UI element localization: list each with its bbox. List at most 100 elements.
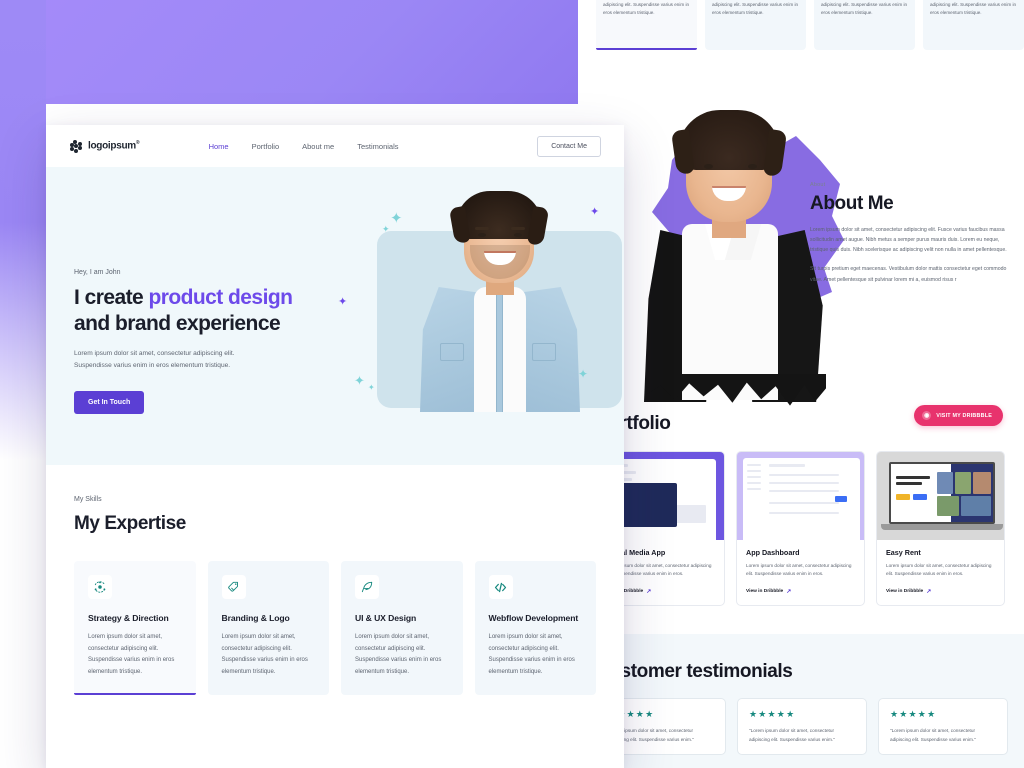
hero-subtitle: Lorem ipsum dolor sit amet, consectetur … [74,348,324,372]
hero-visual: ✦ ✦ ✦ ✦ ✦ ✦ ✦ ✦ [338,167,622,465]
hero-text-block: Hey, I am John I create product design a… [74,269,324,414]
about-paragraph-1: Lorem ipsum dolor sit amet, consectetur … [810,227,1007,254]
expertise-card-title: UI & UX Design [355,613,417,623]
feather-pen-icon [355,575,379,599]
star-rating-icon: ★★★★★ [749,709,796,719]
visit-dribbble-button[interactable]: ◉ VISIT MY DRIBBBLE [914,405,1003,426]
expertise-kicker: My Skills [74,496,102,503]
portfolio-card-title: App Dashboard [746,548,800,557]
nav-links: Home Portfolio About me Testimonials [209,142,399,151]
hero-section: Hey, I am John I create product design a… [46,167,624,465]
about-kicker: About [810,182,826,188]
background-expertise-strip: Strategy & Direction Lorem ipsum dolor s… [596,0,1024,50]
testimonial-card-grid: ★★★★★ "Lorem ipsum dolor sit amet, conse… [596,698,1008,756]
view-in-dribbble-link[interactable]: View in Dribbble ↗ [886,588,995,595]
testimonials-kicker: Feedback [596,650,792,656]
portfolio-card-body: App Dashboard Lorem ipsum dolor sit amet… [737,540,864,605]
expertise-card-grid: Strategy & Direction Lorem ipsum dolor s… [74,561,596,696]
view-in-dribbble-label: View in Dribbble [746,588,784,594]
sparkle-icon: ✦ [382,224,390,234]
bg-expertise-body: Lorem ipsum dolor sit amet, consectetur … [821,1,908,15]
code-brackets-icon [488,575,513,599]
purple-backdrop-left [0,0,46,742]
expertise-card-branding[interactable]: Branding & Logo Lorem ipsum dolor sit am… [207,561,329,696]
star-rating-icon: ★★★★★ [890,709,937,719]
external-arrow-icon: ↗ [786,588,792,595]
bg-expertise-card[interactable]: Branding & Logo Lorem ipsum dolor sit am… [705,0,806,50]
hero-title-pre: I create [74,286,149,309]
hero-portrait-photo [414,187,582,412]
external-arrow-icon: ↗ [926,588,932,595]
portfolio-thumbnail [737,452,864,540]
strategy-target-icon [88,575,112,599]
logoipsum-icon [69,139,82,153]
testimonial-text: "Lorem ipsum dolor sit amet, consectetur… [890,728,976,742]
testimonials-section: Feedback Customer testimonials ★★★★★ "Lo… [578,634,1024,768]
foreground-mockup-card: logoipsum® Home Portfolio About me Testi… [46,125,624,768]
expertise-card-uiux[interactable]: UI & UX Design Lorem ipsum dolor sit ame… [341,561,463,696]
portfolio-card-desc: Lorem ipsum dolor sit amet, consectetur … [746,563,852,577]
about-section: About About Me Lorem ipsum dolor sit ame… [578,104,1024,406]
testimonial-card: ★★★★★ "Lorem ipsum dolor sit amet, conse… [737,698,867,756]
navbar: logoipsum® Home Portfolio About me Testi… [46,125,624,167]
hero-title-line2: and brand experience [74,311,281,335]
nav-item-about-me[interactable]: About me [302,142,334,151]
expertise-card-body: Lorem ipsum dolor sit amet, consectetur … [355,634,442,675]
purple-backdrop-top [0,0,578,104]
expertise-section: My Skills My Expertise Strategy & Direct… [46,465,624,696]
hero-title: I create product design and brand experi… [74,285,324,336]
bg-expertise-card[interactable]: Strategy & Direction Lorem ipsum dolor s… [596,0,697,50]
expertise-card-body: Lorem ipsum dolor sit amet, consectetur … [221,634,308,675]
expertise-card-body: Lorem ipsum dolor sit amet, consectetur … [88,634,175,675]
sparkle-icon: ✦ [368,383,375,392]
dribbble-icon: ◉ [922,411,932,420]
testimonial-text: "Lorem ipsum dolor sit amet, consectetur… [749,728,835,742]
testimonials-header: Feedback Customer testimonials [596,650,793,683]
about-paragraph-2: Sit turpis pretium eget maecenas. Vestib… [810,266,1007,283]
hero-title-accent: product design [148,286,293,309]
view-in-dribbble-label: View in Dribbble [886,588,924,594]
nav-item-home[interactable]: Home [209,142,229,151]
bg-expertise-card[interactable]: Webflow Development Lorem ipsum dolor si… [923,0,1024,50]
hero-subtitle-line1: Lorem ipsum dolor sit amet, consectetur … [74,350,235,358]
portfolio-card-desc: Lorem ipsum dolor sit amet, consectetur … [886,563,992,577]
expertise-card-title: Strategy & Direction [88,613,169,623]
expertise-card-title: Webflow Development [488,613,579,623]
portfolio-section: Works Portfolio ◉ VISIT MY DRIBBBLE [578,396,1024,634]
bg-expertise-card[interactable]: UI & UX Design Lorem ipsum dolor sit ame… [814,0,915,50]
testimonials-heading: Customer testimonials [596,661,793,682]
logo-text: logoipsum® [88,140,140,152]
view-in-dribbble-link[interactable]: View in Dribbble ↗ [746,588,855,595]
contact-me-button[interactable]: Contact Me [537,135,601,157]
hero-subtitle-line2: Suspendisse varius enim in eros elementu… [74,362,231,370]
expertise-heading: My Expertise [74,513,186,534]
tag-label-icon [221,575,246,599]
background-website-page: Strategy & Direction Lorem ipsum dolor s… [578,0,1024,768]
expertise-card-body: Lorem ipsum dolor sit amet, consectetur … [488,634,575,675]
about-text-block: About About Me Lorem ipsum dolor sit ame… [810,182,1015,294]
sparkle-icon: ✦ [390,210,403,227]
get-in-touch-button[interactable]: Get In Touch [74,390,145,414]
expertise-card-webflow[interactable]: Webflow Development Lorem ipsum dolor si… [474,561,596,696]
portfolio-thumbnail [877,452,1004,540]
about-heading: About Me [810,193,894,214]
portfolio-card-title: Easy Rent [886,548,921,557]
logo[interactable]: logoipsum® [69,139,140,153]
screenshot-stage: Strategy & Direction Lorem ipsum dolor s… [0,0,1024,768]
bg-expertise-body: Lorem ipsum dolor sit amet, consectetur … [603,1,690,15]
hero-greeting: Hey, I am John [74,269,121,276]
external-arrow-icon: ↗ [646,588,652,595]
nav-item-testimonials[interactable]: Testimonials [357,142,398,151]
portfolio-card-body: Easy Rent Lorem ipsum dolor sit amet, co… [877,540,1004,605]
sparkle-icon: ✦ [590,206,600,218]
visit-dribbble-label: VISIT MY DRIBBBLE [936,412,992,419]
bg-expertise-body: Lorem ipsum dolor sit amet, consectetur … [930,1,1017,15]
expertise-card-strategy[interactable]: Strategy & Direction Lorem ipsum dolor s… [74,561,196,696]
bg-expertise-body: Lorem ipsum dolor sit amet, consectetur … [712,1,799,15]
portfolio-card[interactable]: App Dashboard Lorem ipsum dolor sit amet… [736,451,865,606]
sparkle-icon: ✦ [338,296,348,308]
nav-item-portfolio[interactable]: Portfolio [252,142,280,151]
sparkle-icon: ✦ [354,373,365,388]
portfolio-card-grid: Social Media App Lorem ipsum dolor sit a… [596,451,1006,606]
portfolio-card[interactable]: Easy Rent Lorem ipsum dolor sit amet, co… [876,451,1005,606]
